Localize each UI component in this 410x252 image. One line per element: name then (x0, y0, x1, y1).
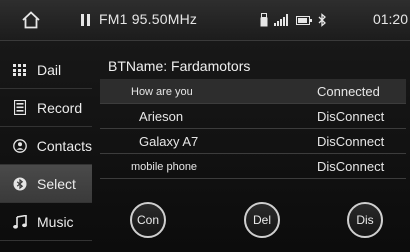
device-name: mobile phone (131, 161, 198, 173)
sidebar-menu: Dail Record Contacts Select Music (0, 50, 92, 252)
status-bar: FM1 95.50MHz 01:20 (0, 0, 410, 41)
sidebar-item-music[interactable]: Music (0, 203, 92, 241)
call-log-icon (9, 98, 31, 118)
delete-button[interactable]: Del (244, 202, 280, 238)
home-icon (22, 11, 40, 29)
signal-icon (274, 14, 288, 26)
battery-icon (296, 15, 312, 25)
music-note-icon (9, 212, 31, 232)
bt-device-name: BTName: Fardamotors (108, 58, 251, 74)
sidebar-item-label: Select (37, 175, 76, 192)
bluetooth-icon (9, 174, 31, 194)
device-status: DisConnect (317, 134, 385, 149)
clock: 01:20 (372, 11, 408, 27)
sidebar-item-dail[interactable]: Dail (0, 51, 92, 89)
sidebar-item-select[interactable]: Select (0, 165, 92, 203)
device-row[interactable]: mobile phone DisConnect (100, 154, 406, 179)
device-row[interactable]: Arieson DisConnect (100, 104, 406, 129)
device-name: Galaxy A7 (139, 134, 199, 149)
device-status: Connected (317, 84, 380, 99)
sidebar-item-label: Music (37, 213, 74, 230)
sidebar-item-label: Contacts (36, 137, 92, 154)
device-row[interactable]: How are you Connected (100, 79, 406, 104)
paired-device-list: How are you Connected Arieson DisConnect… (100, 79, 406, 179)
sidebar-item-contacts[interactable]: Contacts (0, 127, 92, 165)
device-name: How are you (131, 86, 193, 98)
radio-frequency: FM1 95.50MHz (99, 11, 198, 27)
home-button[interactable] (0, 0, 62, 40)
sidebar-item-label: Dail (37, 61, 62, 78)
device-row[interactable]: Galaxy A7 DisConnect (100, 129, 406, 154)
sidebar-item-record[interactable]: Record (0, 89, 92, 127)
device-name: Arieson (139, 109, 184, 124)
disconnect-button[interactable]: Dis (347, 202, 383, 238)
contacts-icon (9, 136, 31, 156)
device-status: DisConnect (317, 159, 385, 174)
pause-icon[interactable] (79, 12, 93, 28)
device-status: DisConnect (317, 109, 385, 124)
head-unit-screen: FM1 95.50MHz 01:20 Dail Record Contacts … (0, 0, 410, 252)
dialpad-icon (9, 60, 31, 80)
bluetooth-status-icon (318, 13, 326, 27)
usb-icon (260, 13, 268, 27)
connect-button[interactable]: Con (130, 202, 166, 238)
status-icons (260, 10, 327, 30)
sidebar-item-label: Record (37, 99, 83, 116)
bluetooth-select-panel: BTName: Fardamotors How are you Connecte… (100, 50, 406, 252)
